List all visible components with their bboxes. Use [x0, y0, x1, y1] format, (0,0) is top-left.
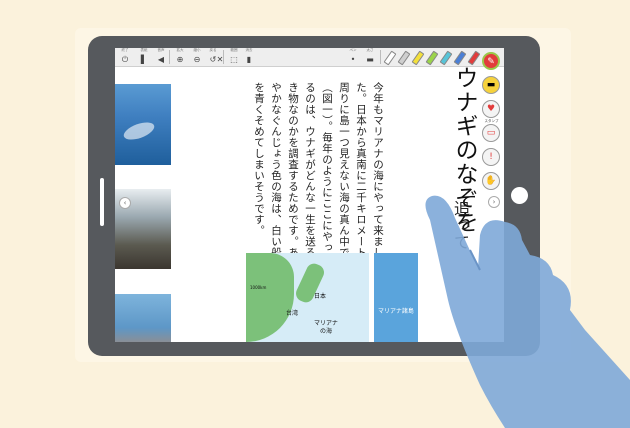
trash-icon: ▮ [246, 55, 252, 64]
tablet-home-button[interactable] [511, 187, 528, 204]
power-icon: ⏻ [121, 55, 129, 64]
map-figure: 日本 台湾 マリアナ の海 1000km [246, 253, 369, 342]
text-column: を青くそめてしまいそうです。 [253, 82, 265, 236]
hand-icon: ✋ [485, 176, 497, 186]
pen-icon [425, 50, 439, 66]
audio-button[interactable]: 音声 ◀ [153, 48, 169, 66]
page-prev-button[interactable]: ‹ [119, 197, 131, 209]
pen-icon [383, 50, 397, 66]
pen-size-button[interactable]: ペン • [345, 48, 361, 66]
pen-cyan[interactable] [439, 50, 453, 66]
map-scale: 1000km [250, 285, 267, 290]
photo-ship-mast [115, 294, 171, 342]
zoom-out-icon: ⊖ [193, 55, 201, 64]
pen-tool-button[interactable]: ✎ [482, 52, 500, 70]
map-label-sea: の海 [320, 328, 333, 335]
text-column: 今年もマリアナの海にやって来まし [372, 82, 384, 258]
book-icon: ▌ [140, 55, 148, 64]
pen-icon [453, 50, 467, 66]
stamp-caption: スタンプ [484, 119, 499, 123]
exclamation-icon: ! [489, 152, 493, 162]
pen-width-button[interactable]: 太さ ▬ [362, 48, 378, 66]
select-area-icon: ⬚ [230, 55, 238, 64]
text-column: た。日本から真南に二千キロメートル、 [355, 82, 367, 280]
frame-tool-button[interactable]: ▭ [482, 124, 500, 142]
pen-white[interactable] [383, 50, 397, 66]
pen-icon [439, 50, 453, 66]
speaker-icon: ◀ [157, 55, 165, 64]
zoom-in-button[interactable]: 拡大 ⊕ [172, 48, 188, 66]
page-subtitle: 追って [451, 200, 470, 251]
exclaim-tool-button[interactable]: ! [482, 148, 500, 166]
stamp-tool-button[interactable]: ♥ [482, 100, 500, 118]
pen-icon [397, 50, 411, 66]
text-column: き物なのかを調査するためです。あざ [287, 82, 299, 269]
pen-green[interactable] [425, 50, 439, 66]
map-label-japan: 日本 [314, 293, 327, 300]
hand-tool-button[interactable]: ✋ [482, 172, 500, 190]
pen-blue[interactable] [453, 50, 467, 66]
map-label-islands: マリアナ諸島 [378, 308, 414, 315]
toolbar: 終了 ⏻ 表紙 ▌ 音声 ◀ 拡大 ⊕ 縮小 ⊖ 戻る ↺ ✕ 範囲 ⬚ 消去 ▮ ペン • 太さ… [115, 48, 504, 67]
dot-icon: • [350, 55, 356, 64]
pen-yellow[interactable] [411, 50, 425, 66]
cover-button[interactable]: 表紙 ▌ [136, 48, 152, 66]
sidebar-tools: ✎ ▬ ♥ スタンプ ▭ ! ✋ [479, 48, 504, 198]
map-label-taiwan: 台湾 [286, 310, 299, 317]
heart-icon: ♥ [486, 104, 496, 114]
tablet-side-button[interactable] [100, 178, 104, 226]
text-column: 周りに島一つ見えない海の真ん中です [338, 82, 350, 269]
select-area-button[interactable]: 範囲 ⬚ [226, 48, 242, 66]
pen-red[interactable] [467, 50, 481, 66]
text-column: （図一）。毎年のようにここにやって来 [321, 82, 333, 275]
highlighter-icon: ▬ [486, 80, 496, 90]
photo-ocean [115, 84, 171, 165]
zoom-out-button[interactable]: 縮小 ⊖ [189, 48, 205, 66]
delete-button[interactable]: 消去 ▮ [241, 48, 257, 66]
frame-icon: ▭ [486, 128, 496, 138]
text-column: るのは、ウナギがどんな一生を送る生 [304, 82, 316, 269]
map-figure-islands: マリアナ諸島 [374, 253, 418, 342]
power-button[interactable]: 終了 ⏻ [117, 48, 133, 66]
text-column: やかなぐんじょう色の海は、白い船体 [270, 82, 282, 269]
pen-icon [411, 50, 425, 66]
zoom-in-icon: ⊕ [176, 55, 184, 64]
pen-icon: ✎ [487, 57, 495, 67]
marker-tool-button[interactable]: ▬ [482, 76, 500, 94]
line-width-icon: ▬ [366, 55, 374, 64]
pen-gray[interactable] [397, 50, 411, 66]
